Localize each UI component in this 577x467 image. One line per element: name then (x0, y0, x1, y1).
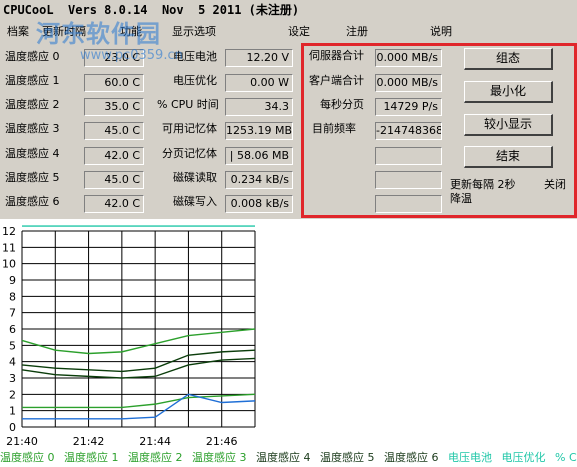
y-tick-label: 1 (9, 405, 16, 418)
y-tick-label: 8 (9, 290, 16, 303)
net-label-2: 每秒分页 (320, 98, 364, 111)
temp-label-5: 温度感应 5 (5, 171, 60, 184)
chart-canvas: 012345678910111221:40 21:42 21:44 21:46 (2, 225, 256, 448)
menu-file[interactable]: 档案 (7, 23, 29, 39)
watermark-url: www.pc0359.cn (80, 48, 183, 63)
menu-help[interactable]: 说明 (430, 23, 452, 39)
y-tick-label: 0 (9, 421, 16, 434)
close-link[interactable]: 关闭 (544, 177, 566, 193)
net-value-6 (375, 195, 442, 213)
sys-label-2: % CPU 时间 (157, 98, 219, 111)
menu-settings[interactable]: 设定 (288, 23, 310, 39)
y-tick-label: 7 (9, 307, 16, 320)
temp-label-4: 温度感应 4 (5, 147, 60, 160)
sys-value-0: 12.20 V (225, 49, 293, 67)
x-tick-label: 21:44 (139, 435, 171, 448)
net-value-0: 0.000 MB/s (375, 49, 442, 67)
net-label-3: 目前频率 (312, 122, 356, 135)
net-label-0: 伺服器合计 (309, 49, 364, 62)
legend-item-temp5: 温度感应 5 (320, 451, 375, 464)
temp-value-4: 42.0 C (84, 147, 144, 165)
net-value-2: 14729 P/s (375, 98, 442, 116)
y-tick-label: 12 (2, 225, 16, 238)
small-view-button[interactable]: 较小显示 (464, 114, 553, 136)
legend-item-temp2: 温度感应 2 (128, 451, 183, 464)
watermark-logo: 河东软件园 (36, 20, 161, 48)
temp-label-2: 温度感应 2 (5, 98, 60, 111)
temp-value-2: 35.0 C (84, 98, 144, 116)
net-value-3: -214748368.0 (375, 122, 442, 140)
sys-label-4: 分页记忆体 (162, 147, 217, 160)
temp-value-3: 45.0 C (84, 122, 144, 140)
legend-item-temp6: 温度感应 6 (384, 451, 439, 464)
temp-label-0: 温度感应 0 (5, 50, 60, 63)
legend-item-battery: 电压电池 (448, 451, 492, 464)
y-tick-label: 6 (9, 323, 16, 336)
sys-value-4: | 58.06 MB (225, 147, 293, 165)
temp-label-1: 温度感应 1 (5, 74, 60, 87)
legend-item-voltage: 电压优化 (501, 451, 546, 464)
chart-legend: 温度感应 0 温度感应 1 温度感应 2 温度感应 3 温度感应 4 温度感应 … (0, 449, 577, 467)
temp-value-5: 45.0 C (84, 171, 144, 189)
y-tick-label: 9 (9, 274, 16, 287)
legend-item-temp0: 温度感应 0 (0, 451, 55, 464)
sys-value-1: 0.00 W (225, 74, 293, 92)
sys-value-5: 0.234 kB/s (225, 171, 293, 189)
y-tick-label: 2 (9, 388, 16, 401)
temp-value-6: 42.0 C (84, 195, 144, 213)
sys-value-2: 34.3 (225, 98, 293, 116)
series-line (22, 393, 256, 420)
temp-value-1: 60.0 C (84, 74, 144, 92)
sys-label-3: 可用记忆体 (162, 122, 217, 135)
legend-item-temp1: 温度感应 1 (64, 451, 119, 464)
net-value-1: 0.000 MB/s (375, 74, 442, 92)
temp-label-6: 温度感应 6 (5, 195, 60, 208)
legend-item-cpu: % CPU (555, 451, 577, 464)
net-label-1: 客户端合计 (309, 74, 364, 87)
sys-label-5: 磁碟读取 (173, 171, 217, 184)
y-tick-label: 10 (2, 258, 16, 271)
cool-link[interactable]: 降温 (450, 191, 472, 207)
minimize-button[interactable]: 最小化 (464, 81, 553, 103)
exit-button[interactable]: 结束 (464, 146, 553, 168)
y-tick-label: 3 (9, 372, 16, 385)
net-value-4 (375, 147, 442, 165)
x-tick-label: 21:42 (73, 435, 105, 448)
temp-label-3: 温度感应 3 (5, 122, 60, 135)
menu-display-options[interactable]: 显示选项 (172, 23, 216, 39)
sys-value-6: 0.008 kB/s (225, 195, 293, 213)
y-tick-label: 4 (9, 356, 16, 369)
sys-label-6: 磁碟写入 (173, 195, 217, 208)
x-tick-label: 21:40 (6, 435, 38, 448)
legend-item-temp4: 温度感应 4 (256, 451, 311, 464)
y-tick-label: 5 (9, 339, 16, 352)
menu-register[interactable]: 注册 (346, 23, 368, 39)
y-tick-label: 11 (2, 241, 16, 254)
series-line (22, 393, 256, 409)
configure-button[interactable]: 组态 (464, 48, 553, 70)
sys-value-3: 1253.19 MB (225, 122, 293, 140)
x-tick-label: 21:46 (206, 435, 238, 448)
series-line (21, 328, 256, 355)
history-chart: 0 1 2 3 4 5 6 7 8 9 10 11 12 21:40 21:42 21:44 21:46 (0, 219, 577, 449)
net-value-5 (375, 171, 442, 189)
legend-item-temp3: 温度感应 3 (192, 451, 247, 464)
sys-label-1: 电压优化 (173, 74, 217, 87)
